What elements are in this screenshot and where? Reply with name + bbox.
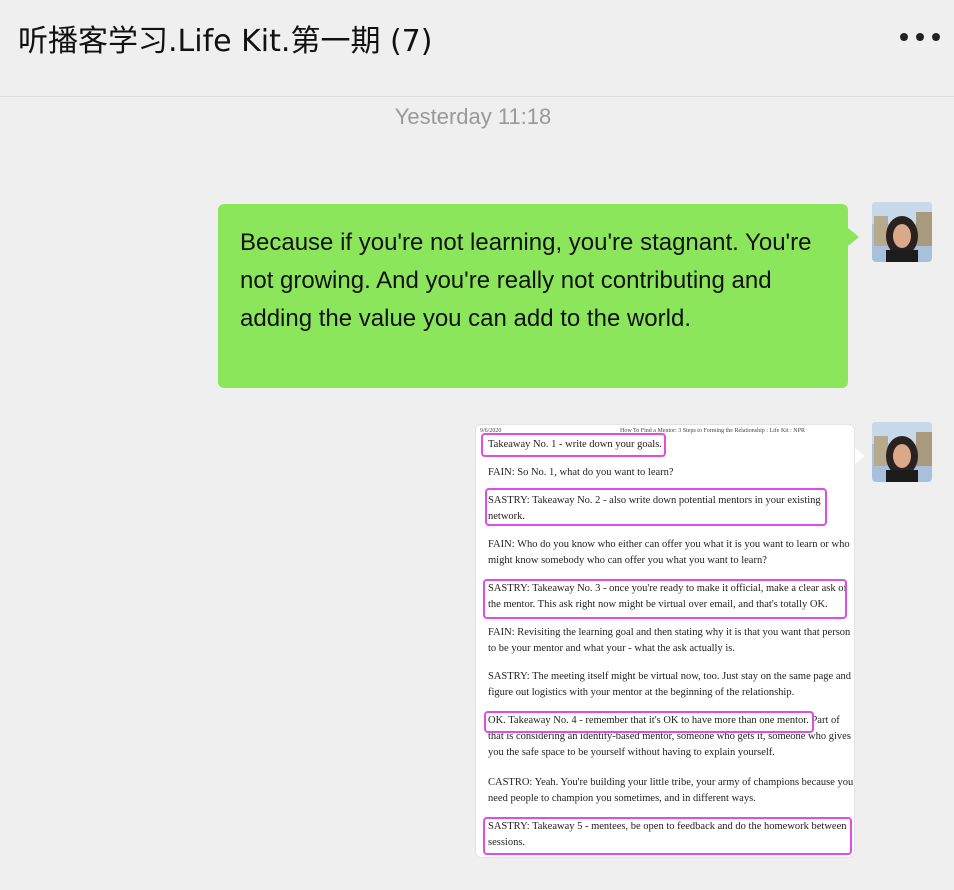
highlight-box bbox=[481, 433, 666, 457]
chat-header: 听播客学习.Life Kit.第一期 (7) bbox=[0, 0, 954, 97]
more-dot bbox=[916, 33, 924, 41]
message-timestamp: Yesterday 11:18 bbox=[394, 104, 552, 129]
highlight-box bbox=[483, 579, 847, 619]
document-paragraph: FAIN: So No. 1, what do you want to lear… bbox=[488, 467, 674, 478]
document-paragraph: FAIN: Revisiting the learning goal and t… bbox=[488, 627, 851, 654]
bubble-tail bbox=[855, 448, 865, 464]
document-paragraph: CASTRO: Yeah. You're building your littl… bbox=[488, 777, 854, 804]
more-horizontal-icon bbox=[900, 33, 908, 41]
more-options-button[interactable] bbox=[900, 22, 940, 52]
document-screenshot: 9/6/2020 How To Find a Mentor: 3 Steps t… bbox=[476, 425, 854, 857]
highlight-box bbox=[485, 488, 827, 526]
highlight-box bbox=[483, 817, 852, 855]
more-dot bbox=[932, 33, 940, 41]
text-message-bubble[interactable]: Because if you're not learning, you're s… bbox=[218, 204, 859, 388]
avatar[interactable] bbox=[872, 202, 932, 262]
message-text: Because if you're not learning, you're s… bbox=[240, 229, 812, 332]
image-message[interactable]: 9/6/2020 How To Find a Mentor: 3 Steps t… bbox=[475, 424, 855, 858]
document-paragraph: SASTRY: The meeting itself might be virt… bbox=[488, 671, 851, 698]
chat-title: 听播客学习.Life Kit.第一期 (7) bbox=[18, 24, 433, 59]
document-paragraph: FAIN: Who do you know who either can off… bbox=[488, 539, 850, 566]
avatar[interactable] bbox=[872, 422, 932, 482]
highlight-box bbox=[484, 711, 814, 733]
